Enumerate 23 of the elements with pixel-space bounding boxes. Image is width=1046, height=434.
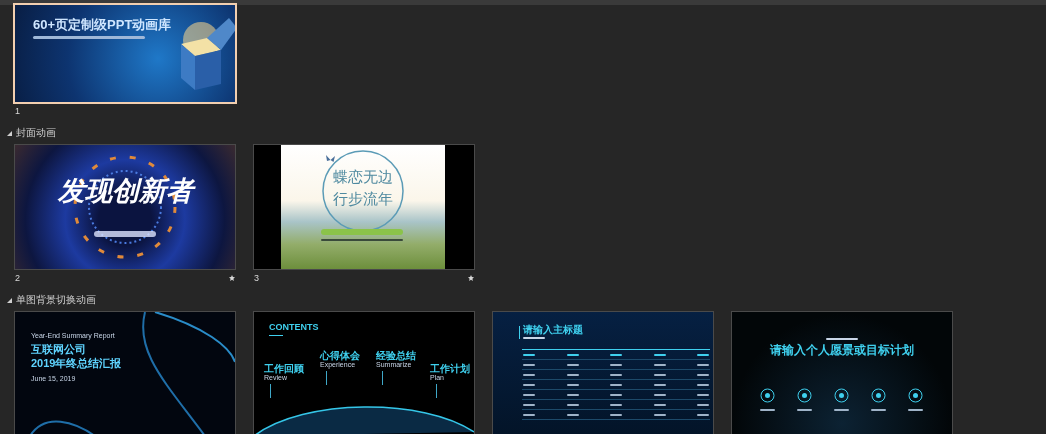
slide-number: 3 [254,273,259,283]
slide-number: 1 [15,106,20,116]
slide-title: 发现创新者 [15,175,235,207]
section-title: 封面动画 [16,127,56,139]
slide-thumbnail[interactable]: 发现创新者 [15,145,235,269]
item-label: 工作回顾 [264,363,304,374]
slide-title: 2019年终总结汇报 [31,357,122,370]
item-label: 工作计划 [430,363,470,374]
slide-thumbnail[interactable]: 蝶恋无边 行步流年 [254,145,474,269]
slide-title: 请输入个人愿景或目标计划 [769,343,915,357]
slide-title: 互联网公司 [31,343,86,356]
slide-number: 2 [15,273,20,283]
slide-title: 行步流年 [333,191,393,208]
section-title: 单图背景切换动画 [16,294,96,306]
item-label: 心得体会 [320,350,360,361]
slide-thumbnail[interactable]: 请输入个人愿景或目标计划 [732,312,952,434]
slide-title: 蝶恋无边 [333,169,393,186]
slide-title: 60+页定制级PPT动画库 [33,16,172,34]
slide-title: 请输入主标题 [523,324,583,335]
item-label: 经验总结 [376,350,416,361]
slide-title: CONTENTS [269,322,319,333]
slide-thumbnail[interactable]: 请输入主标题 [493,312,713,434]
slide-thumbnail[interactable]: 60+页定制级PPT动画库 [15,5,235,102]
